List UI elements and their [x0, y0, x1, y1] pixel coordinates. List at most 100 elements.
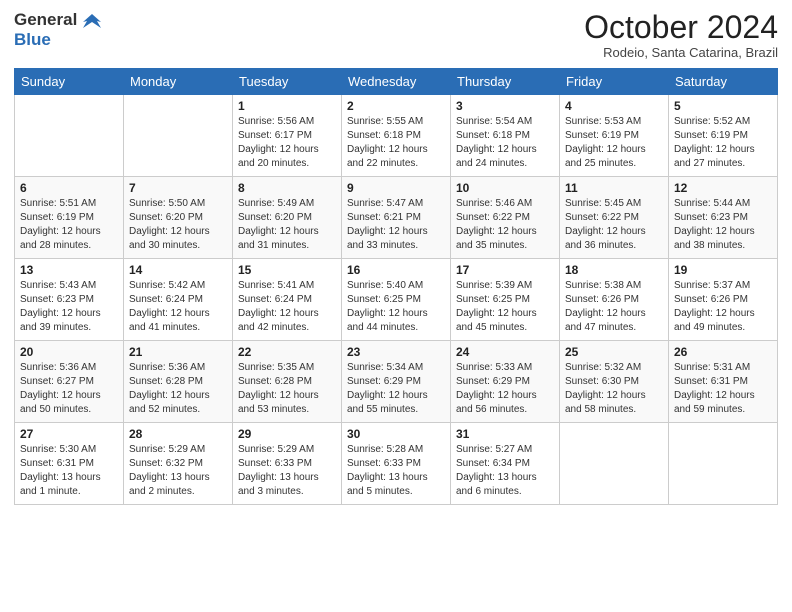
table-row: 23Sunrise: 5:34 AM Sunset: 6:29 PM Dayli…	[342, 341, 451, 423]
day-info: Sunrise: 5:42 AM Sunset: 6:24 PM Dayligh…	[129, 279, 227, 335]
day-info: Sunrise: 5:52 AM Sunset: 6:19 PM Dayligh…	[674, 115, 772, 171]
table-row	[669, 423, 778, 505]
day-info: Sunrise: 5:27 AM Sunset: 6:34 PM Dayligh…	[456, 443, 554, 499]
table-row: 7 Sunrise: 5:50 AM Sunset: 6:20 PM Daylig…	[124, 177, 233, 259]
table-row: 24 Sunrise: 5:33 AM Sunset: 6:29 PM Dayli…	[451, 341, 560, 423]
day-info: Sunrise: 5:56 AM Sunset: 6:17 PM Dayligh…	[238, 115, 336, 171]
calendar: Sunday Monday Tuesday Wednesday Thursday…	[14, 68, 778, 505]
day-info: Sunrise: 5:33 AM Sunset: 6:29 PM Dayligh…	[456, 361, 554, 417]
day-info: Sunrise: 5:44 AM Sunset: 6:23 PM Dayligh…	[674, 197, 772, 253]
day-info: Sunrise: 5:53 AM Sunset: 6:19 PM Dayligh…	[565, 115, 663, 171]
day-info: Sunrise: 5:36 AM Sunset: 6:27 PM Dayligh…	[20, 361, 118, 417]
col-wednesday: Wednesday	[342, 69, 451, 95]
col-tuesday: Tuesday	[233, 69, 342, 95]
day-number: 9	[347, 181, 445, 195]
day-number: 12	[674, 181, 772, 195]
day-number: 11	[565, 181, 663, 195]
day-number: 15	[238, 263, 336, 277]
day-number: 24	[456, 345, 554, 359]
location: Rodeio, Santa Catarina, Brazil	[584, 45, 778, 60]
day-number: 3	[456, 99, 554, 113]
col-thursday: Thursday	[451, 69, 560, 95]
day-info: Sunrise: 5:51 AM Sunset: 6:19 PM Dayligh…	[20, 197, 118, 253]
logo-blue: Blue	[14, 30, 51, 49]
day-number: 30	[347, 427, 445, 441]
logo: General Blue	[14, 10, 101, 51]
day-number: 22	[238, 345, 336, 359]
table-row: 3Sunrise: 5:54 AM Sunset: 6:18 PM Daylig…	[451, 95, 560, 177]
table-row: 4 Sunrise: 5:53 AM Sunset: 6:19 PM Daylig…	[560, 95, 669, 177]
day-number: 2	[347, 99, 445, 113]
day-info: Sunrise: 5:31 AM Sunset: 6:31 PM Dayligh…	[674, 361, 772, 417]
calendar-week-row: 1 Sunrise: 5:56 AM Sunset: 6:17 PM Daylig…	[15, 95, 778, 177]
day-number: 27	[20, 427, 118, 441]
day-number: 18	[565, 263, 663, 277]
day-number: 8	[238, 181, 336, 195]
day-info: Sunrise: 5:37 AM Sunset: 6:26 PM Dayligh…	[674, 279, 772, 335]
table-row	[15, 95, 124, 177]
page: General Blue October 2024 Rodeio, Santa …	[0, 0, 792, 612]
col-saturday: Saturday	[669, 69, 778, 95]
day-info: Sunrise: 5:29 AM Sunset: 6:32 PM Dayligh…	[129, 443, 227, 499]
day-number: 7	[129, 181, 227, 195]
table-row: 10Sunrise: 5:46 AM Sunset: 6:22 PM Dayli…	[451, 177, 560, 259]
day-info: Sunrise: 5:30 AM Sunset: 6:31 PM Dayligh…	[20, 443, 118, 499]
day-info: Sunrise: 5:46 AM Sunset: 6:22 PM Dayligh…	[456, 197, 554, 253]
day-number: 26	[674, 345, 772, 359]
day-number: 4	[565, 99, 663, 113]
table-row: 16 Sunrise: 5:40 AM Sunset: 6:25 PM Dayli…	[342, 259, 451, 341]
col-friday: Friday	[560, 69, 669, 95]
table-row: 14Sunrise: 5:42 AM Sunset: 6:24 PM Dayli…	[124, 259, 233, 341]
day-number: 23	[347, 345, 445, 359]
day-number: 29	[238, 427, 336, 441]
table-row: 17 Sunrise: 5:39 AM Sunset: 6:25 PM Dayli…	[451, 259, 560, 341]
calendar-body: 1 Sunrise: 5:56 AM Sunset: 6:17 PM Daylig…	[15, 95, 778, 505]
day-info: Sunrise: 5:50 AM Sunset: 6:20 PM Dayligh…	[129, 197, 227, 253]
table-row: 9 Sunrise: 5:47 AM Sunset: 6:21 PM Daylig…	[342, 177, 451, 259]
day-number: 5	[674, 99, 772, 113]
table-row	[124, 95, 233, 177]
day-info: Sunrise: 5:40 AM Sunset: 6:25 PM Dayligh…	[347, 279, 445, 335]
title-block: October 2024 Rodeio, Santa Catarina, Bra…	[584, 10, 778, 60]
day-info: Sunrise: 5:32 AM Sunset: 6:30 PM Dayligh…	[565, 361, 663, 417]
day-number: 6	[20, 181, 118, 195]
table-row: 5 Sunrise: 5:52 AM Sunset: 6:19 PM Daylig…	[669, 95, 778, 177]
day-number: 19	[674, 263, 772, 277]
table-row: 19 Sunrise: 5:37 AM Sunset: 6:26 PM Dayli…	[669, 259, 778, 341]
day-number: 17	[456, 263, 554, 277]
table-row: 22 Sunrise: 5:35 AM Sunset: 6:28 PM Dayli…	[233, 341, 342, 423]
table-row: 1 Sunrise: 5:56 AM Sunset: 6:17 PM Daylig…	[233, 95, 342, 177]
day-info: Sunrise: 5:45 AM Sunset: 6:22 PM Dayligh…	[565, 197, 663, 253]
table-row: 20Sunrise: 5:36 AM Sunset: 6:27 PM Dayli…	[15, 341, 124, 423]
col-sunday: Sunday	[15, 69, 124, 95]
month-year: October 2024	[584, 10, 778, 45]
logo-general: General	[14, 10, 77, 29]
table-row: 31 Sunrise: 5:27 AM Sunset: 6:34 PM Dayli…	[451, 423, 560, 505]
day-info: Sunrise: 5:39 AM Sunset: 6:25 PM Dayligh…	[456, 279, 554, 335]
day-info: Sunrise: 5:47 AM Sunset: 6:21 PM Dayligh…	[347, 197, 445, 253]
table-row	[560, 423, 669, 505]
table-row: 13Sunrise: 5:43 AM Sunset: 6:23 PM Dayli…	[15, 259, 124, 341]
table-row: 25 Sunrise: 5:32 AM Sunset: 6:30 PM Dayli…	[560, 341, 669, 423]
table-row: 21Sunrise: 5:36 AM Sunset: 6:28 PM Dayli…	[124, 341, 233, 423]
day-info: Sunrise: 5:28 AM Sunset: 6:33 PM Dayligh…	[347, 443, 445, 499]
table-row: 11 Sunrise: 5:45 AM Sunset: 6:22 PM Dayli…	[560, 177, 669, 259]
day-info: Sunrise: 5:38 AM Sunset: 6:26 PM Dayligh…	[565, 279, 663, 335]
day-number: 16	[347, 263, 445, 277]
day-number: 1	[238, 99, 336, 113]
table-row: 26 Sunrise: 5:31 AM Sunset: 6:31 PM Dayli…	[669, 341, 778, 423]
table-row: 29Sunrise: 5:29 AM Sunset: 6:33 PM Dayli…	[233, 423, 342, 505]
table-row: 6 Sunrise: 5:51 AM Sunset: 6:19 PM Daylig…	[15, 177, 124, 259]
day-number: 31	[456, 427, 554, 441]
table-row: 12 Sunrise: 5:44 AM Sunset: 6:23 PM Dayli…	[669, 177, 778, 259]
logo-text: General Blue	[14, 10, 101, 51]
calendar-week-row: 6 Sunrise: 5:51 AM Sunset: 6:19 PM Daylig…	[15, 177, 778, 259]
calendar-week-row: 20Sunrise: 5:36 AM Sunset: 6:27 PM Dayli…	[15, 341, 778, 423]
day-number: 25	[565, 345, 663, 359]
day-info: Sunrise: 5:35 AM Sunset: 6:28 PM Dayligh…	[238, 361, 336, 417]
day-info: Sunrise: 5:36 AM Sunset: 6:28 PM Dayligh…	[129, 361, 227, 417]
table-row: 28Sunrise: 5:29 AM Sunset: 6:32 PM Dayli…	[124, 423, 233, 505]
day-info: Sunrise: 5:55 AM Sunset: 6:18 PM Dayligh…	[347, 115, 445, 171]
day-info: Sunrise: 5:41 AM Sunset: 6:24 PM Dayligh…	[238, 279, 336, 335]
calendar-week-row: 27 Sunrise: 5:30 AM Sunset: 6:31 PM Dayli…	[15, 423, 778, 505]
